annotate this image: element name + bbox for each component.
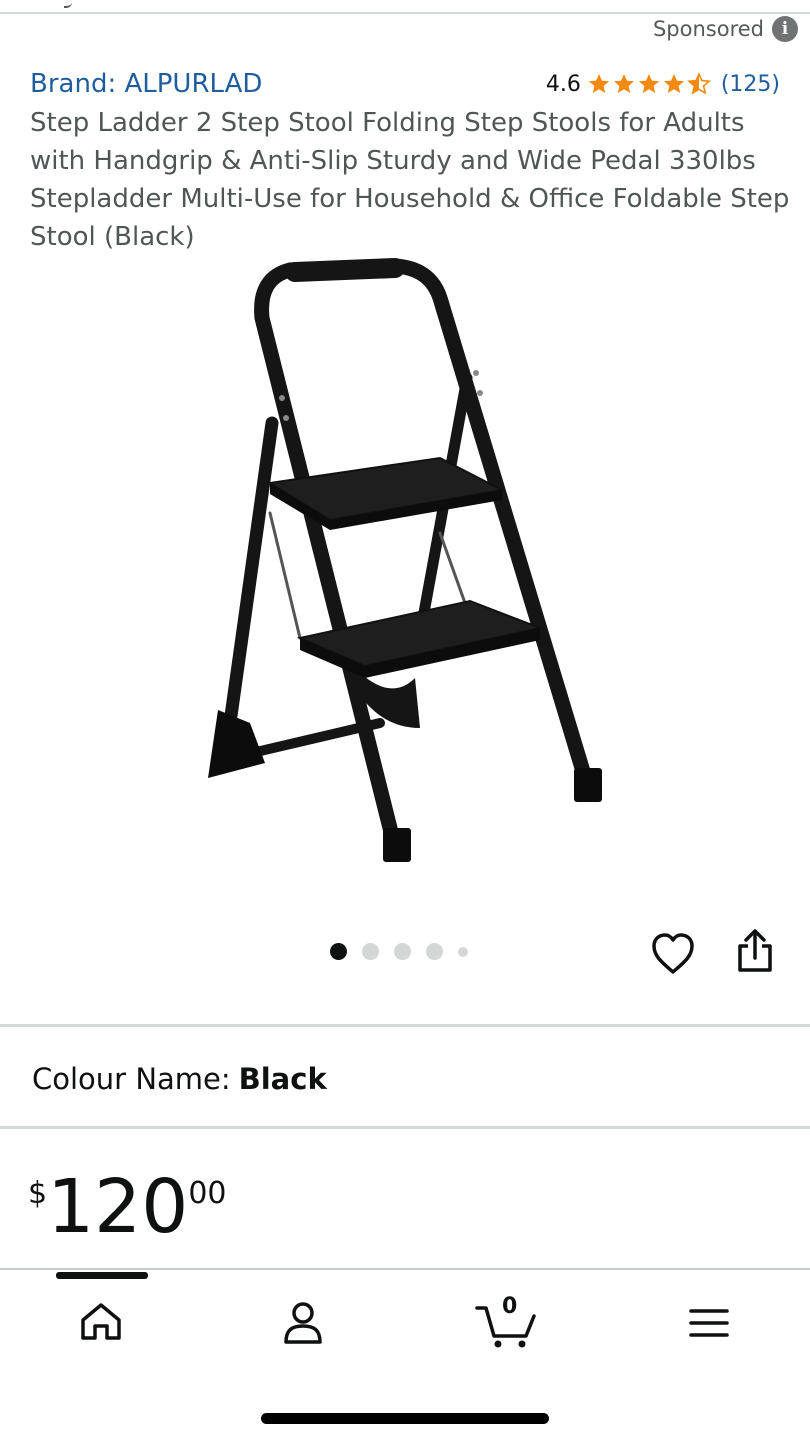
pagination-dot[interactable] <box>426 943 443 960</box>
price-symbol: $ <box>28 1176 48 1211</box>
pagination-dot[interactable] <box>394 943 411 960</box>
share-button[interactable] <box>735 928 775 974</box>
rating-summary[interactable]: 4.6 (125) <box>546 72 780 97</box>
pagination-dot[interactable] <box>362 943 379 960</box>
divider <box>0 1024 810 1027</box>
share-icon <box>738 929 772 972</box>
system-home-indicator[interactable] <box>261 1413 549 1424</box>
brand-rating-row: Brand: ALPURLAD 4.6 (125) <box>30 66 780 102</box>
star-full-icon <box>588 74 609 93</box>
user-icon <box>284 1302 322 1344</box>
product-image[interactable] <box>190 258 620 870</box>
divider <box>0 1126 810 1129</box>
rating-count: (125) <box>720 71 780 97</box>
star-rating-icon <box>587 72 711 96</box>
top-strip <box>0 0 810 14</box>
rating-value: 4.6 <box>545 71 581 97</box>
top-strip-tick <box>64 0 72 8</box>
price-whole: 120 <box>47 1164 189 1250</box>
brand-link[interactable]: Brand: ALPURLAD <box>30 69 262 99</box>
nav-home-button[interactable] <box>78 1300 124 1344</box>
colour-label: Colour Name: <box>32 1062 231 1096</box>
star-full-icon <box>638 74 659 93</box>
pagination-dot[interactable] <box>458 946 468 957</box>
price: $ 120 00 <box>28 1166 227 1248</box>
colour-selection: Colour Name: Black <box>32 1062 327 1096</box>
nav-cart-button[interactable]: 0 <box>474 1294 538 1350</box>
active-tab-indicator <box>56 1272 148 1279</box>
heart-icon <box>652 933 694 974</box>
sponsored-text: Sponsored <box>652 17 764 41</box>
nav-account-button[interactable] <box>282 1300 324 1346</box>
home-icon <box>81 1303 121 1340</box>
step-ladder-image <box>208 258 602 862</box>
sponsored-label[interactable]: Sponsored i <box>653 16 798 42</box>
cart-count: 0 <box>502 1294 518 1319</box>
star-half-icon <box>686 72 711 95</box>
star-full-icon <box>613 74 634 93</box>
colour-value: Black <box>238 1062 327 1096</box>
nav-menu-button[interactable] <box>688 1306 730 1340</box>
star-full-icon <box>663 74 684 93</box>
pagination-dot[interactable] <box>330 943 347 960</box>
info-icon[interactable]: i <box>772 16 798 42</box>
image-pagination[interactable] <box>330 943 468 960</box>
product-title: Step Ladder 2 Step Stool Folding Step St… <box>30 108 790 252</box>
price-fraction: 00 <box>188 1176 227 1211</box>
wishlist-button[interactable] <box>650 932 696 976</box>
menu-icon <box>689 1309 729 1337</box>
